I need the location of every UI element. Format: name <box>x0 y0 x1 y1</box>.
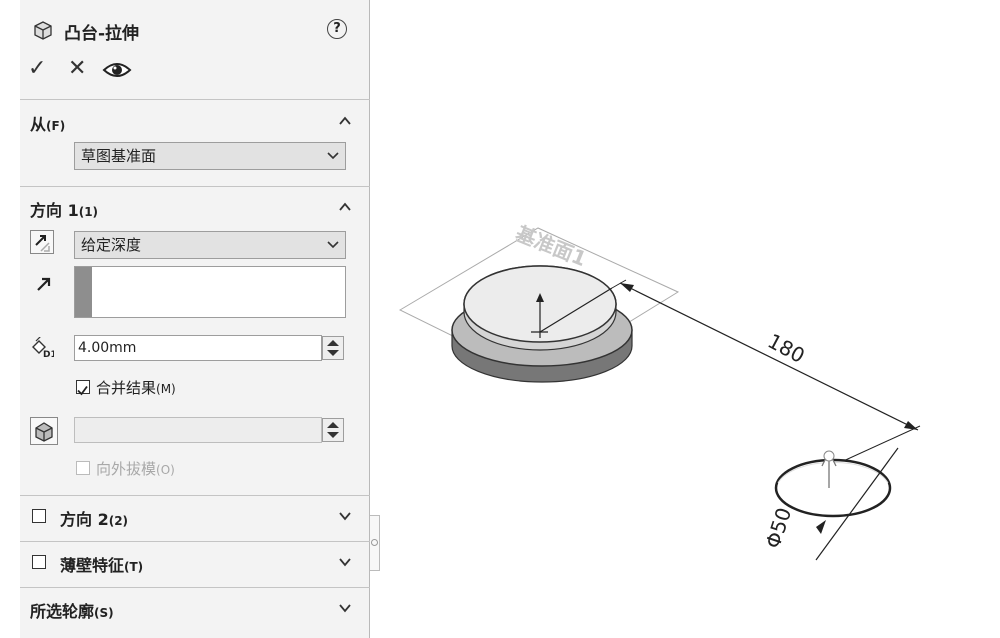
thin-feature-shortcut: (T) <box>124 560 144 574</box>
arrowhead-icon <box>620 283 634 292</box>
divider <box>20 495 370 496</box>
chevron-up-icon[interactable] <box>338 114 352 128</box>
boss-extrude-icon <box>34 21 52 40</box>
direction-vector-icon <box>37 277 51 291</box>
direction2-title: 方向 2 <box>60 510 109 529</box>
check-icon <box>77 385 88 396</box>
boss-body[interactable] <box>451 265 633 383</box>
draft-outward-shortcut: (O) <box>156 463 175 477</box>
draft-angle-spinner[interactable] <box>322 418 344 442</box>
distance-dimension-label[interactable]: 180 <box>764 329 809 368</box>
ok-button[interactable]: ✓ <box>28 56 46 81</box>
direction-reference-box[interactable] <box>74 266 346 318</box>
from-section-title: 从 <box>30 115 47 134</box>
direction1-shortcut: (1) <box>78 205 99 219</box>
draft-outward-text: 向外拔模 <box>96 460 157 478</box>
spin-down-icon[interactable] <box>327 432 339 438</box>
divider <box>20 186 370 187</box>
selection-color-bar <box>75 267 92 317</box>
thin-feature-section-header[interactable]: 薄壁特征(T) <box>60 552 143 576</box>
selected-contours-title: 所选轮廓 <box>30 602 95 621</box>
chevron-down-icon[interactable] <box>338 601 352 615</box>
depth-icon: D1 <box>32 337 54 359</box>
panel-collapse-handle[interactable] <box>370 515 380 571</box>
divider <box>20 541 370 542</box>
from-section-shortcut: (F) <box>46 119 66 133</box>
end-condition-select[interactable]: 给定深度 <box>74 231 346 259</box>
diameter-dimension-label[interactable]: Φ50 <box>761 505 797 552</box>
spin-up-icon[interactable] <box>327 340 339 346</box>
cancel-button[interactable]: ✕ <box>68 56 86 81</box>
depth-input[interactable]: 4.00mm <box>74 335 322 361</box>
end-condition-value: 给定深度 <box>81 236 142 254</box>
draft-outward-label: 向外拔模(O) <box>96 458 175 479</box>
start-condition-select[interactable]: 草图基准面 <box>74 142 346 170</box>
merge-result-checkbox[interactable] <box>76 380 90 396</box>
handle-knob-icon[interactable] <box>823 450 835 462</box>
draft-angle-input[interactable] <box>74 417 322 443</box>
chevron-down-icon <box>327 152 339 160</box>
divider <box>20 587 370 588</box>
direction1-section-header[interactable]: 方向 1(1) <box>30 197 98 221</box>
svg-text:D1: D1 <box>43 350 54 359</box>
chevron-up-icon[interactable] <box>338 200 352 214</box>
direction2-checkbox[interactable] <box>32 509 46 523</box>
arrowhead-icon <box>816 520 826 534</box>
spin-down-icon[interactable] <box>327 350 339 356</box>
selected-contours-section-header[interactable]: 所选轮廓(S) <box>30 598 114 622</box>
draft-toggle-button[interactable] <box>30 417 58 445</box>
reverse-direction-icon <box>35 235 50 252</box>
sketch-circle[interactable] <box>774 458 892 518</box>
thin-feature-title: 薄壁特征 <box>60 556 125 575</box>
preview-eye-icon[interactable] <box>102 60 132 80</box>
depth-spinner[interactable] <box>322 336 344 360</box>
plane-label: 基准面1 <box>512 221 590 271</box>
merge-result-text: 合并结果 <box>96 379 157 397</box>
direction2-section-header[interactable]: 方向 2(2) <box>60 506 128 530</box>
from-section-header[interactable]: 从(F) <box>30 111 65 135</box>
dimension-line-distance[interactable] <box>619 282 919 431</box>
extension-lines <box>611 279 921 469</box>
action-bar: ✓ ✕ <box>20 56 220 86</box>
draft-icon <box>35 422 53 442</box>
chevron-down-icon[interactable] <box>338 555 352 569</box>
draft-outward-checkbox[interactable] <box>76 461 90 475</box>
merge-result-label: 合并结果(M) <box>96 377 176 398</box>
merge-result-shortcut: (M) <box>156 382 176 396</box>
property-manager: 凸台-拉伸 ? ✓ ✕ 从(F) 草图基准面 方向 1(1) 给定深度 D1 4… <box>20 0 370 638</box>
help-icon[interactable]: ? <box>327 19 347 39</box>
divider <box>20 99 370 100</box>
reverse-direction-button[interactable] <box>30 230 54 254</box>
arrowhead-icon <box>904 421 918 430</box>
selected-contours-shortcut: (S) <box>94 606 114 620</box>
thin-feature-checkbox[interactable] <box>32 555 46 569</box>
feature-title: 凸台-拉伸 <box>64 24 140 44</box>
chevron-down-icon[interactable] <box>338 509 352 523</box>
direction2-shortcut: (2) <box>108 514 129 528</box>
depth-value: 4.00mm <box>78 340 137 356</box>
property-manager-header: 凸台-拉伸 ? <box>20 14 370 46</box>
direction1-title: 方向 1 <box>30 201 79 220</box>
chevron-down-icon <box>327 241 339 249</box>
graphics-viewport[interactable]: 基准面1 180 Φ50 <box>380 0 1000 638</box>
spin-up-icon[interactable] <box>327 422 339 428</box>
start-condition-value: 草图基准面 <box>81 147 157 165</box>
